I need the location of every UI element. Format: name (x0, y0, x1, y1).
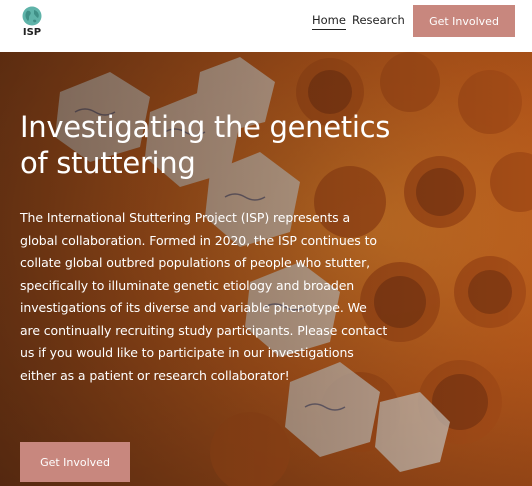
globe-icon (22, 6, 42, 26)
logo-text: ISP (22, 27, 42, 38)
isp-logo[interactable]: ISP (18, 5, 46, 41)
nav-home-link[interactable]: Home (312, 12, 346, 30)
header-get-involved-button[interactable]: Get Involved (413, 5, 515, 37)
nav-research-link[interactable]: Research (352, 12, 405, 29)
hero-section: Investigating the genetics of stuttering… (0, 52, 532, 486)
site-header: ISP Home Research Get Involved (0, 0, 532, 52)
hero-title: Investigating the genetics of stuttering (20, 110, 391, 180)
hero-description: The International Stuttering Project (IS… (20, 210, 388, 383)
hero-get-involved-button[interactable]: Get Involved (20, 442, 130, 482)
